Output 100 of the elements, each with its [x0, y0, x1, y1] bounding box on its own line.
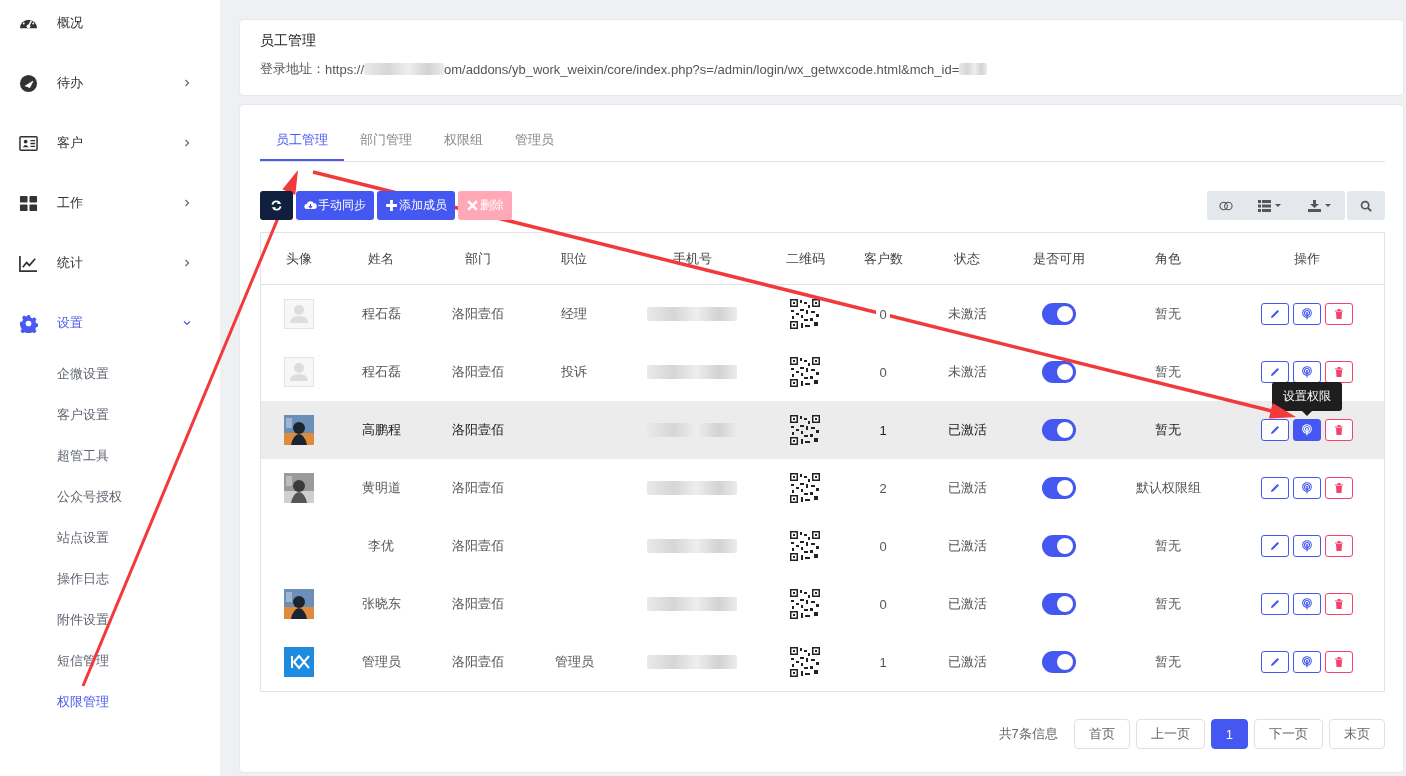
page-button[interactable]: 1: [1210, 719, 1248, 749]
toggle-switch[interactable]: [1042, 535, 1076, 557]
cloud-download-icon: [304, 199, 317, 212]
toggle-switch[interactable]: [1042, 651, 1076, 673]
grid-icon: [19, 193, 38, 213]
sidebar-item[interactable]: 待办: [0, 53, 220, 113]
column-header: 二维码: [784, 249, 826, 268]
broadcast-icon: [1300, 424, 1313, 436]
pencil-icon: [1268, 540, 1281, 552]
edit-button[interactable]: [1260, 361, 1289, 383]
sidebar-subitem[interactable]: 公众号授权: [0, 476, 220, 517]
refresh-button[interactable]: [260, 191, 293, 220]
line-chart-icon: [19, 253, 38, 273]
toggle-switch[interactable]: [1042, 477, 1076, 499]
url-text: om/addons/yb_work_weixin/core/index.php?s=/admin/login/wx_getwxcode.html&mch_id=: [444, 61, 960, 77]
sidebar-subitem[interactable]: 站点设置: [0, 517, 220, 558]
pencil-icon: [1268, 424, 1281, 436]
record-count: 共7条信息: [998, 725, 1058, 743]
trash-icon: [1332, 366, 1345, 378]
id-card-icon: [19, 133, 38, 153]
table-cell-text: 已激活: [946, 537, 988, 555]
broadcast-icon: [1300, 540, 1313, 552]
tab[interactable]: 员工管理: [260, 121, 344, 161]
broadcast-icon: [1300, 366, 1313, 378]
table-cell-text: 已激活: [946, 421, 988, 439]
table-cell: 投诉: [561, 363, 587, 381]
search-button[interactable]: [1347, 191, 1385, 220]
table-cell-text: 暂无: [1154, 653, 1182, 671]
qr-code-icon: [790, 647, 820, 677]
pencil-icon: [1268, 366, 1281, 378]
tab[interactable]: 部门管理: [344, 121, 428, 161]
table-cell-text: 李优: [367, 537, 395, 555]
trash-icon: [1332, 598, 1345, 610]
column-header: 操作: [1292, 249, 1321, 268]
table-cell-text: 张晓东: [360, 595, 402, 613]
table-cell-text: 程石磊: [360, 363, 402, 381]
table-cell-text: 暂无: [1154, 595, 1182, 613]
pencil-icon: [1268, 482, 1281, 494]
pencil-icon: [1268, 656, 1281, 668]
column-header: 部门: [464, 249, 492, 268]
tab[interactable]: 管理员: [499, 121, 570, 161]
column-header: 是否可用: [1032, 249, 1086, 268]
chevron-right-icon: [182, 198, 192, 208]
table-cell-text: 已激活: [946, 595, 988, 613]
sidebar-item[interactable]: 统计: [0, 233, 220, 293]
sidebar-item[interactable]: 概况: [0, 0, 220, 53]
chevron-down-icon: [182, 318, 192, 328]
column-header: 职位: [560, 249, 588, 268]
column-header: 角色: [1154, 249, 1182, 268]
table-cell: 经理: [561, 305, 587, 323]
table-cell-text: 黄明道: [360, 479, 402, 497]
sidebar-item[interactable]: 工作: [0, 173, 220, 233]
avatar-icon: [284, 357, 314, 387]
avatar-icon: [284, 299, 314, 329]
add-button[interactable]: 添加成员: [377, 191, 455, 220]
sidebar-item[interactable]: 客户: [0, 113, 220, 173]
chevron-right-icon: [182, 78, 192, 88]
trash-icon: [1332, 482, 1345, 494]
page-button[interactable]: 下一页: [1254, 719, 1323, 749]
toggle-switch[interactable]: [1042, 361, 1076, 383]
qr-code-icon: [790, 299, 820, 329]
page-button[interactable]: 上一页: [1135, 719, 1205, 749]
permission-button[interactable]: [1292, 361, 1321, 383]
broadcast-icon: [1300, 482, 1313, 494]
tab[interactable]: 权限组: [428, 121, 499, 161]
trash-icon: [1332, 540, 1345, 552]
qr-code-icon: [790, 531, 820, 561]
table-cell-text: 暂无: [1154, 363, 1182, 381]
qr-code-icon: [790, 473, 820, 503]
table-cell-text: 默认权限组: [1134, 479, 1202, 497]
sidebar-item[interactable]: 设置: [0, 293, 220, 353]
login-label: 登录地址：: [260, 60, 325, 78]
sidebar-subitem[interactable]: 超管工具: [0, 435, 220, 476]
broadcast-icon: [1300, 308, 1313, 320]
broadcast-icon: [1300, 598, 1313, 610]
table-cell-text: 高鹏程: [360, 421, 402, 439]
sync-button[interactable]: 手动同步: [296, 191, 374, 220]
sidebar-subitem[interactable]: 附件设置: [0, 599, 220, 640]
toggle-switch[interactable]: [1042, 303, 1076, 325]
page-button[interactable]: 首页: [1073, 719, 1130, 749]
column-header: 头像: [285, 249, 313, 268]
column-header: 状态: [953, 249, 981, 268]
close-icon: [466, 199, 479, 212]
sidebar-subitem[interactable]: 客户设置: [0, 394, 220, 435]
trash-icon: [1332, 656, 1345, 668]
toggle-switch[interactable]: [1042, 419, 1076, 441]
page-button[interactable]: 末页: [1329, 719, 1385, 749]
table-cell-text: 洛阳壹佰: [451, 305, 505, 323]
sidebar-subitem[interactable]: 操作日志: [0, 558, 220, 599]
download-icon: [1307, 199, 1333, 212]
table-cell-text: 暂无: [1154, 537, 1182, 555]
table-cell-text: 洛阳壹佰: [451, 595, 505, 613]
compass-icon: [19, 73, 38, 93]
toggle-icon: [1219, 199, 1233, 212]
trash-icon: [1332, 308, 1345, 320]
delete-button[interactable]: [1324, 361, 1353, 383]
table-cell-text: 程石磊: [360, 305, 402, 323]
sidebar-subitem[interactable]: 权限管理: [0, 681, 220, 722]
toggle-switch[interactable]: [1042, 593, 1076, 615]
sidebar-subitem[interactable]: 企微设置: [0, 353, 220, 394]
